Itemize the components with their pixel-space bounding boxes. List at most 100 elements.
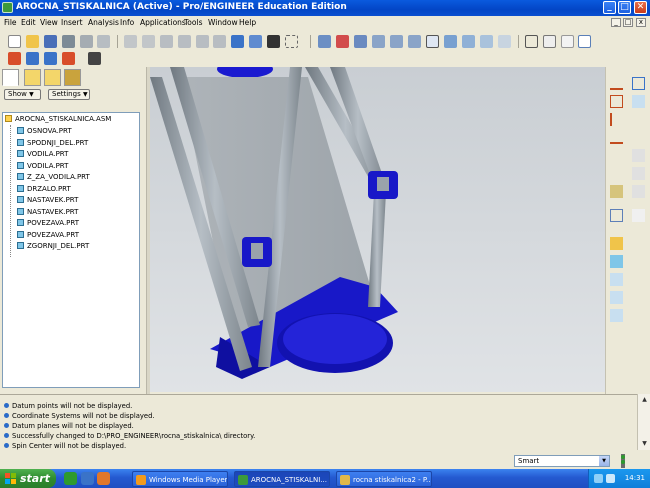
tree-part-item[interactable]: Z_ZA_VODILA.PRT xyxy=(17,172,90,183)
create-component-icon[interactable] xyxy=(610,255,623,268)
regenerate-manager-icon[interactable] xyxy=(249,35,262,48)
reorient-icon[interactable] xyxy=(444,35,457,48)
copy-feature-icon[interactable] xyxy=(632,209,645,222)
spin-center-icon[interactable] xyxy=(336,35,349,48)
shading-icon[interactable] xyxy=(578,35,591,48)
close-button[interactable]: ✕ xyxy=(634,1,647,14)
selection-filter-dropdown[interactable]: Smart ▼ xyxy=(514,455,610,467)
refit-icon[interactable] xyxy=(426,35,439,48)
round-icon[interactable] xyxy=(610,291,623,304)
zoom-out-icon[interactable] xyxy=(408,35,421,48)
internet-explorer-icon[interactable] xyxy=(81,472,94,485)
orient-mode-icon[interactable] xyxy=(354,35,367,48)
print-icon[interactable] xyxy=(62,35,75,48)
network-icon[interactable] xyxy=(594,474,603,483)
show-dropdown[interactable]: Show ▼ xyxy=(4,89,41,100)
menu-view[interactable]: View xyxy=(40,18,58,27)
repaint-icon[interactable] xyxy=(318,35,331,48)
sketch-icon[interactable] xyxy=(610,77,623,90)
add-component-icon[interactable] xyxy=(610,237,623,250)
tree-part-item[interactable]: ZGORNJI_DEL.PRT xyxy=(17,241,89,252)
scroll-down-icon[interactable]: ▼ xyxy=(640,439,649,448)
tree-root-assembly[interactable]: AROCNA_STISKALNICA.ASM xyxy=(5,114,111,125)
new-file-icon[interactable] xyxy=(8,35,21,48)
email-link-icon[interactable] xyxy=(97,35,110,48)
view-manager-icon[interactable] xyxy=(498,35,511,48)
graphics-window[interactable] xyxy=(150,67,605,392)
firefox-icon[interactable] xyxy=(97,472,110,485)
menu-info[interactable]: Info xyxy=(120,18,134,27)
revolve-icon[interactable] xyxy=(632,149,645,162)
menu-analysis[interactable]: Analysis xyxy=(88,18,119,27)
settings-dropdown[interactable]: Settings ▼ xyxy=(48,89,90,100)
hidden-line-icon[interactable] xyxy=(543,35,556,48)
maximize-button[interactable]: □ xyxy=(618,1,631,14)
no-hidden-icon[interactable] xyxy=(561,35,574,48)
component-icon[interactable] xyxy=(610,209,623,222)
show-desktop-icon[interactable] xyxy=(64,472,77,485)
email-icon[interactable] xyxy=(80,35,93,48)
taskbar-rocna-window[interactable]: rocna stiskalnica2 - P... xyxy=(336,471,432,487)
regenerate-icon[interactable] xyxy=(231,35,244,48)
extrude-icon[interactable] xyxy=(632,95,645,108)
tree-part-item[interactable]: VODILA.PRT xyxy=(17,161,68,172)
model-tree-tab[interactable] xyxy=(2,69,19,86)
start-button[interactable]: start xyxy=(0,469,56,488)
menu-applications[interactable]: Applications xyxy=(140,18,186,27)
select-box-icon[interactable] xyxy=(285,35,298,48)
tree-part-item[interactable]: DRZALO.PRT xyxy=(17,184,71,195)
connections-tab[interactable] xyxy=(64,69,81,86)
undo-icon[interactable] xyxy=(124,35,137,48)
plane-icon[interactable] xyxy=(610,95,623,108)
menu-edit[interactable]: Edit xyxy=(21,18,36,27)
folder-browser-tab[interactable] xyxy=(24,69,41,86)
minimize-button[interactable]: _ xyxy=(603,1,616,14)
layers-icon[interactable] xyxy=(480,35,493,48)
sweep-icon[interactable] xyxy=(632,167,645,180)
spin-icon[interactable] xyxy=(372,35,385,48)
zoom-in-icon[interactable] xyxy=(390,35,403,48)
taskbar-windows-media-player[interactable]: Windows Media Player xyxy=(132,471,228,487)
curve-icon[interactable] xyxy=(610,131,623,144)
tree-part-item[interactable]: POVEZAVA.PRT xyxy=(17,230,79,241)
favorites-tab[interactable] xyxy=(44,69,61,86)
find-icon[interactable] xyxy=(267,35,280,48)
tree-part-item[interactable]: NASTAVEK.PRT xyxy=(17,195,78,206)
tree-part-item[interactable]: NASTAVEK.PRT xyxy=(17,207,78,218)
analysis-icon[interactable] xyxy=(610,185,623,198)
redo-icon[interactable] xyxy=(142,35,155,48)
pattern-icon[interactable] xyxy=(632,77,645,90)
menu-file[interactable]: File xyxy=(4,18,17,27)
datum-plane-icon[interactable] xyxy=(8,52,21,65)
message-scrollbar[interactable]: ▲ ▼ xyxy=(637,394,650,450)
tree-part-item[interactable]: SPODNJI_DEL.PRT xyxy=(17,138,88,149)
blend-icon[interactable] xyxy=(632,185,645,198)
point-icon[interactable] xyxy=(610,149,623,162)
menu-help[interactable]: Help xyxy=(239,18,256,27)
hole-icon[interactable] xyxy=(610,273,623,286)
saved-views-icon[interactable] xyxy=(462,35,475,48)
doc-close-button[interactable]: x xyxy=(636,18,646,27)
chamfer-icon[interactable] xyxy=(610,309,623,322)
taskbar-proe-window[interactable]: AROCNA_STISKALNI... xyxy=(234,471,330,487)
datum-csys-icon[interactable] xyxy=(62,52,75,65)
open-folder-icon[interactable] xyxy=(26,35,39,48)
tree-part-item[interactable]: POVEZAVA.PRT xyxy=(17,218,79,229)
clock[interactable]: 14:31 xyxy=(625,469,645,488)
datum-axis-icon[interactable] xyxy=(26,52,39,65)
doc-minimize-button[interactable]: _ xyxy=(611,18,621,27)
volume-icon[interactable] xyxy=(606,474,615,483)
doc-restore-button[interactable]: □ xyxy=(623,18,633,27)
context-help-icon[interactable] xyxy=(88,52,101,65)
copy-icon[interactable] xyxy=(178,35,191,48)
menu-window[interactable]: Window xyxy=(208,18,238,27)
axis-icon[interactable] xyxy=(610,113,623,126)
tree-part-item[interactable]: VODILA.PRT xyxy=(17,149,68,160)
tree-part-item[interactable]: OSNOVA.PRT xyxy=(17,126,72,137)
csys-icon[interactable] xyxy=(610,167,623,180)
datum-point-icon[interactable] xyxy=(44,52,57,65)
menu-tools[interactable]: Tools xyxy=(184,18,202,27)
paste-special-icon[interactable] xyxy=(213,35,226,48)
save-icon[interactable] xyxy=(44,35,57,48)
cut-icon[interactable] xyxy=(160,35,173,48)
